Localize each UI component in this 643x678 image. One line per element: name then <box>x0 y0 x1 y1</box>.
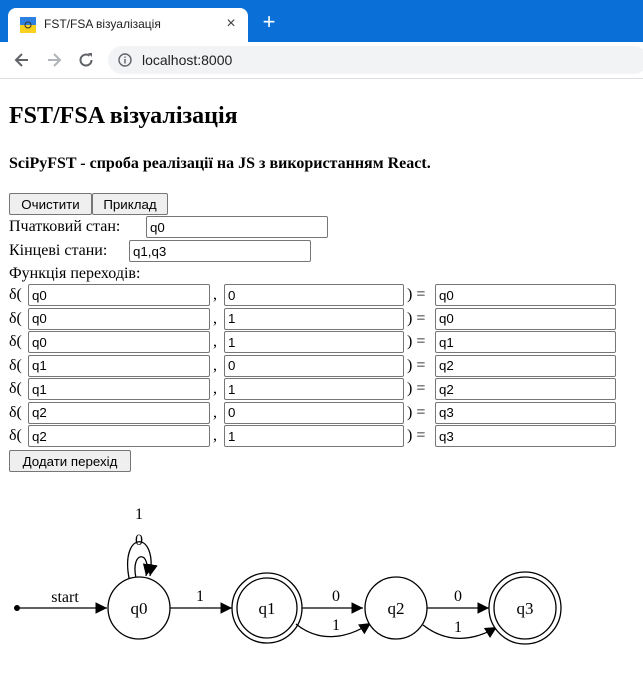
transition-input-symbol-input[interactable] <box>224 284 404 306</box>
forward-arrow-icon[interactable] <box>44 50 64 70</box>
address-bar[interactable]: localhost:8000 <box>108 46 643 74</box>
delta-open-symbol: δ( <box>9 380 22 397</box>
final-states-input[interactable] <box>129 240 311 262</box>
state-label-q3: q3 <box>517 599 534 618</box>
state-label-q1: q1 <box>259 599 276 618</box>
transition-from-input[interactable] <box>28 284 210 306</box>
initial-state-input[interactable] <box>146 216 328 238</box>
transition-from-input[interactable] <box>28 307 210 330</box>
url-text: localhost:8000 <box>142 52 233 68</box>
edge-label-q2-q3-top: 0 <box>454 588 462 605</box>
delta-open-symbol: δ( <box>9 403 22 421</box>
edge-label-q1-q2-top: 0 <box>332 588 340 605</box>
tab-close-icon[interactable]: × <box>222 15 240 33</box>
transition-input-symbol-input[interactable] <box>224 401 404 424</box>
tab-title: FST/FSA візуалізація <box>44 17 161 31</box>
transition-input-symbol-input[interactable] <box>224 331 404 353</box>
new-tab-button[interactable]: + <box>259 11 279 33</box>
transition-to-input[interactable] <box>435 284 616 306</box>
final-states-label: Кінцеві стани: <box>9 242 108 259</box>
start-point <box>14 605 20 611</box>
back-arrow-icon[interactable] <box>12 50 32 70</box>
browser-toolbar: localhost:8000 <box>0 42 643 79</box>
comma-separator: , <box>213 427 217 444</box>
delta-open-symbol: δ( <box>9 333 22 350</box>
page-subtitle: SciPyFST - спроба реалізації на JS з вик… <box>9 155 431 172</box>
transition-to-input[interactable] <box>435 378 616 400</box>
clear-button[interactable]: Очистити <box>9 193 92 215</box>
close-equals-symbol: ) = <box>407 356 426 374</box>
transition-from-input[interactable] <box>28 354 210 377</box>
reload-icon[interactable] <box>76 50 96 70</box>
initial-state-label: Пчатковий стан: <box>9 218 121 235</box>
state-label-q2: q2 <box>388 599 405 618</box>
transition-to-input[interactable] <box>435 307 616 330</box>
transitions-label: Функція переходів: <box>9 265 141 282</box>
comma-separator: , <box>213 309 217 327</box>
transition-input-symbol-input[interactable] <box>224 378 404 400</box>
delta-open-symbol: δ( <box>9 356 22 374</box>
browser-tab-bar: FST/FSA візуалізація × + <box>0 0 643 42</box>
transition-to-input[interactable] <box>435 331 616 353</box>
close-equals-symbol: ) = <box>407 403 426 421</box>
add-transition-button[interactable]: Додати перехід <box>9 450 131 472</box>
transition-input-symbol-input[interactable] <box>224 307 404 330</box>
comma-separator: , <box>213 380 217 397</box>
edge-label-q1-q2-bottom: 1 <box>332 617 340 634</box>
comma-separator: , <box>213 286 217 303</box>
start-label: start <box>51 589 79 606</box>
info-icon[interactable] <box>118 53 132 67</box>
transition-input-symbol-input[interactable] <box>224 425 404 447</box>
transition-from-input[interactable] <box>28 425 210 447</box>
site-favicon-icon <box>20 17 36 33</box>
browser-tab[interactable]: FST/FSA візуалізація × <box>8 8 248 42</box>
delta-open-symbol: δ( <box>9 309 22 327</box>
delta-open-symbol: δ( <box>9 286 22 303</box>
transition-to-input[interactable] <box>435 401 616 424</box>
loop-edge-inner <box>134 556 155 579</box>
transition-from-input[interactable] <box>28 331 210 353</box>
comma-separator: , <box>213 333 217 350</box>
edge-label-q0-q1: 1 <box>196 588 204 605</box>
transition-from-input[interactable] <box>28 401 210 424</box>
close-equals-symbol: ) = <box>407 286 426 303</box>
transition-to-input[interactable] <box>435 425 616 447</box>
transition-to-input[interactable] <box>435 354 616 377</box>
page-title: FST/FSA візуалізація <box>9 103 238 129</box>
loop-label-outer: 1 <box>135 506 143 523</box>
close-equals-symbol: ) = <box>407 333 426 350</box>
edge-label-q2-q3-bottom: 1 <box>454 619 462 636</box>
delta-open-symbol: δ( <box>9 427 22 444</box>
close-equals-symbol: ) = <box>407 427 426 444</box>
transition-input-symbol-input[interactable] <box>224 354 404 377</box>
example-button[interactable]: Приклад <box>92 193 168 215</box>
state-label-q0: q0 <box>131 599 148 618</box>
comma-separator: , <box>213 403 217 421</box>
loop-label-inner: 0 <box>135 532 143 549</box>
transition-from-input[interactable] <box>28 378 210 400</box>
close-equals-symbol: ) = <box>407 309 426 327</box>
automaton-graph: start 1 0 q0 1 q1 0 1 q2 0 1 q3 <box>14 506 562 645</box>
comma-separator: , <box>213 356 217 374</box>
close-equals-symbol: ) = <box>407 380 426 397</box>
